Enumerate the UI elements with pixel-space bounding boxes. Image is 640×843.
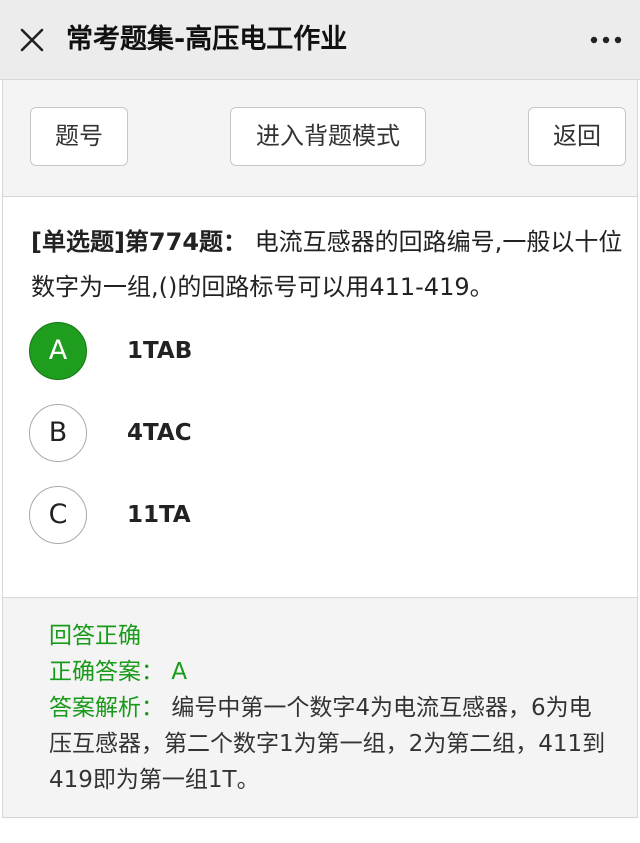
page-title: 常考题集-高压电工作业 — [66, 24, 348, 55]
correct-answer-label: 正确答案： — [49, 659, 164, 685]
answer-panel: 回答正确 正确答案： A 答案解析： 编号中第一个数字4为电流互感器，6为电压互… — [3, 597, 637, 817]
question-text: [单选题]第774题： 电流互感器的回路编号,一般以十位数字为一组,()的回路标… — [31, 220, 631, 310]
question-number-button[interactable]: 题号 — [30, 107, 128, 166]
analysis-label: 答案解析： — [49, 695, 164, 721]
correct-answer-line: 正确答案： A — [49, 654, 609, 690]
option-b[interactable]: B 4TAC — [29, 404, 619, 464]
option-c-circle[interactable]: C — [29, 486, 87, 544]
question-card: 题号 进入背题模式 返回 [单选题]第774题： 电流互感器的回路编号,一般以十… — [2, 80, 638, 818]
app-titlebar: 常考题集-高压电工作业 — [0, 0, 640, 80]
close-icon[interactable] — [14, 22, 50, 58]
toolbar: 题号 进入背题模式 返回 — [3, 80, 637, 197]
option-a-text[interactable]: 1TAB — [127, 322, 192, 380]
back-button[interactable]: 返回 — [528, 107, 626, 166]
option-b-text[interactable]: 4TAC — [127, 404, 192, 462]
option-c[interactable]: C 11TA — [29, 486, 619, 546]
answer-status: 回答正确 — [49, 623, 141, 649]
option-a-circle[interactable]: A — [29, 322, 87, 380]
answer-text: 回答正确 正确答案： A 答案解析： 编号中第一个数字4为电流互感器，6为电压互… — [49, 618, 609, 798]
analysis-line: 答案解析： 编号中第一个数字4为电流互感器，6为电压互感器，第二个数字1为第一组… — [49, 690, 609, 798]
option-a[interactable]: A 1TAB — [29, 322, 619, 382]
more-icon[interactable] — [586, 26, 626, 54]
correct-answer-value: A — [171, 659, 188, 685]
recite-mode-button[interactable]: 进入背题模式 — [230, 107, 426, 166]
question-prefix: [单选题]第774题： — [31, 228, 248, 256]
option-c-text[interactable]: 11TA — [127, 486, 191, 544]
option-b-circle[interactable]: B — [29, 404, 87, 462]
